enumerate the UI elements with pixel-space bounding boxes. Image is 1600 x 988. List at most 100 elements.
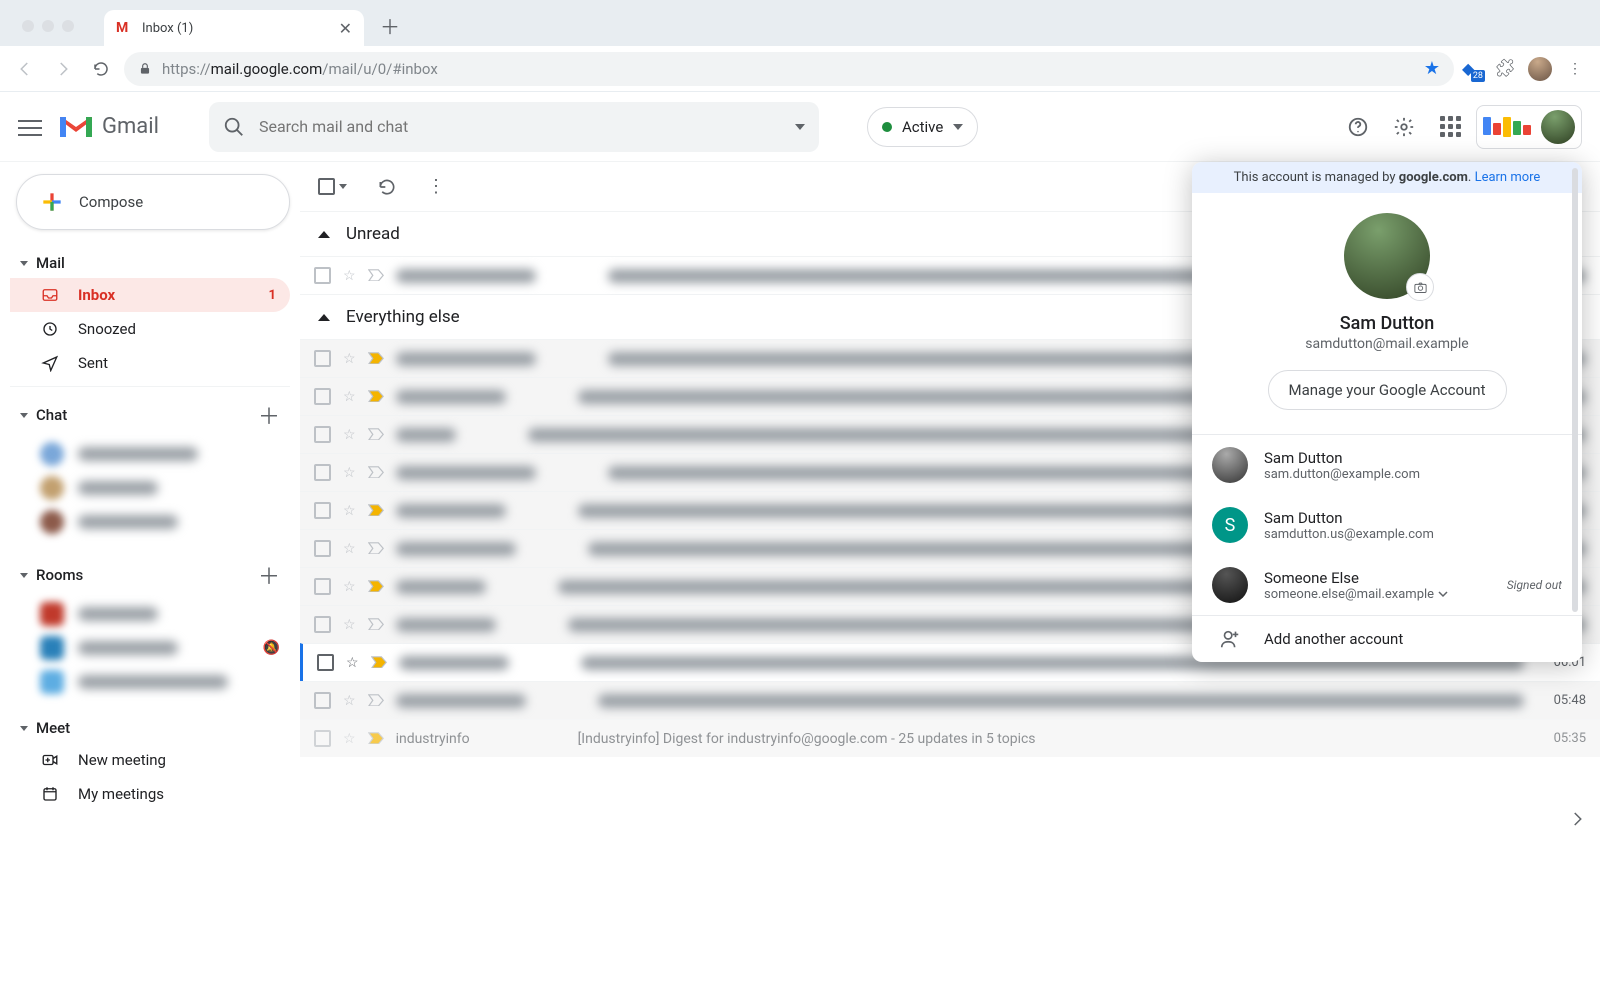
importance-icon[interactable]: [368, 732, 384, 746]
star-icon[interactable]: ☆: [346, 655, 359, 671]
sidebar-item-inbox[interactable]: Inbox 1: [10, 278, 290, 312]
account-status: Signed out: [1507, 578, 1562, 592]
learn-more-link[interactable]: Learn more: [1475, 170, 1541, 185]
chevron-down-icon: [1438, 589, 1448, 599]
room-item[interactable]: [10, 665, 290, 699]
importance-icon[interactable]: [368, 618, 384, 632]
gmail-wordmark: Gmail: [102, 114, 159, 139]
star-icon[interactable]: ☆: [343, 268, 356, 284]
room-item[interactable]: 🔕: [10, 631, 290, 665]
importance-icon[interactable]: [371, 656, 387, 670]
forward-button[interactable]: [48, 54, 78, 84]
close-tab-button[interactable]: ✕: [339, 19, 352, 38]
gmail-logo[interactable]: Gmail: [58, 113, 159, 141]
compose-button[interactable]: Compose: [16, 174, 290, 230]
importance-icon[interactable]: [368, 269, 384, 283]
camera-icon[interactable]: [1406, 273, 1434, 301]
star-icon[interactable]: ☆: [343, 579, 356, 595]
star-icon[interactable]: ☆: [343, 693, 356, 709]
chat-contact[interactable]: [10, 505, 290, 539]
importance-icon[interactable]: [368, 428, 384, 442]
section-chat[interactable]: Chat＋: [10, 393, 290, 437]
star-icon[interactable]: ☆: [343, 465, 356, 481]
manage-account-button[interactable]: Manage your Google Account: [1268, 370, 1507, 410]
more-button[interactable]: ⋮: [427, 176, 445, 197]
add-room-button[interactable]: ＋: [258, 559, 280, 591]
popup-email: samdutton@mail.example: [1305, 336, 1468, 352]
scrollbar[interactable]: [1572, 168, 1578, 612]
add-chat-button[interactable]: ＋: [258, 399, 280, 431]
star-icon[interactable]: ☆: [343, 427, 356, 443]
importance-icon[interactable]: [368, 504, 384, 518]
back-button[interactable]: [10, 54, 40, 84]
google-apps-button[interactable]: [1430, 107, 1470, 147]
mail-time: 05:48: [1536, 693, 1586, 708]
compose-label: Compose: [79, 193, 143, 211]
importance-icon[interactable]: [368, 466, 384, 480]
side-panel-toggle[interactable]: [1568, 810, 1586, 828]
chat-contact[interactable]: [10, 437, 290, 471]
account-switcher[interactable]: [1476, 105, 1582, 149]
window-controls[interactable]: [12, 20, 84, 46]
status-label: Active: [902, 118, 943, 136]
extension-icon[interactable]: ◆28: [1462, 59, 1482, 79]
profile-avatar[interactable]: [1541, 110, 1575, 144]
status-dot-icon: [882, 122, 892, 132]
plus-icon: [39, 189, 65, 215]
search-input[interactable]: [259, 117, 781, 136]
star-icon[interactable]: ☆: [343, 541, 356, 557]
search-options-icon[interactable]: [795, 124, 805, 130]
chrome-profile-avatar[interactable]: [1528, 57, 1552, 81]
chevron-down-icon: [953, 124, 963, 130]
mail-content: ⋮ Unread ☆ Everything else ☆ ☆ ☆ ☆ ☆ ☆ ☆…: [300, 162, 1600, 988]
tab-bar: M Inbox (1) ✕ ＋: [0, 0, 1600, 46]
section-mail[interactable]: Mail: [10, 248, 290, 278]
sidebar-item-snoozed[interactable]: Snoozed: [10, 312, 290, 346]
importance-icon[interactable]: [368, 694, 384, 708]
search-icon: [223, 116, 245, 138]
account-option[interactable]: Sam Duttonsam.dutton@example.com: [1192, 435, 1582, 495]
sidebar-item-sent[interactable]: Sent: [10, 346, 290, 380]
popup-avatar[interactable]: [1344, 213, 1430, 299]
reload-button[interactable]: [86, 54, 116, 84]
importance-icon[interactable]: [368, 390, 384, 404]
hamburger-menu-button[interactable]: [18, 115, 42, 139]
url-text: https://mail.google.com/mail/u/0/#inbox: [162, 60, 438, 78]
support-button[interactable]: [1338, 107, 1378, 147]
new-tab-button[interactable]: ＋: [364, 11, 416, 46]
status-chip[interactable]: Active: [867, 107, 978, 147]
extensions-button[interactable]: 🧩︎: [1490, 54, 1520, 84]
importance-icon[interactable]: [368, 352, 384, 366]
calendar-icon: [40, 784, 60, 804]
star-icon[interactable]: ☆: [343, 503, 356, 519]
account-option[interactable]: Someone Elsesomeone.else@mail.example Si…: [1192, 555, 1582, 615]
settings-button[interactable]: [1384, 107, 1424, 147]
star-icon[interactable]: ☆: [343, 731, 356, 747]
add-account-button[interactable]: Add another account: [1192, 616, 1582, 662]
star-icon[interactable]: ☆: [343, 389, 356, 405]
sidebar-item-new-meeting[interactable]: New meeting: [10, 743, 290, 777]
mail-subject: [Industryinfo] Digest for industryinfo@g…: [578, 731, 1524, 747]
video-plus-icon: [40, 750, 60, 770]
address-bar-row: https://mail.google.com/mail/u/0/#inbox …: [0, 46, 1600, 92]
chrome-menu-button[interactable]: ⋮: [1560, 54, 1590, 84]
bookmark-star-icon[interactable]: ★: [1424, 58, 1440, 79]
account-popup: This account is managed by google.com. L…: [1192, 162, 1582, 662]
mail-row[interactable]: ☆industryinfo[Industryinfo] Digest for i…: [300, 719, 1600, 757]
importance-icon[interactable]: [368, 542, 384, 556]
browser-tab[interactable]: M Inbox (1) ✕: [104, 10, 364, 46]
section-meet[interactable]: Meet: [10, 713, 290, 743]
chat-contact[interactable]: [10, 471, 290, 505]
importance-icon[interactable]: [368, 580, 384, 594]
search-bar[interactable]: [209, 102, 819, 152]
account-option[interactable]: S Sam Duttonsamdutton.us@example.com: [1192, 495, 1582, 555]
star-icon[interactable]: ☆: [343, 351, 356, 367]
select-all-checkbox[interactable]: [318, 178, 347, 195]
star-icon[interactable]: ☆: [343, 617, 356, 633]
room-item[interactable]: [10, 597, 290, 631]
section-rooms[interactable]: Rooms＋: [10, 553, 290, 597]
mail-row[interactable]: ☆ 05:48: [300, 681, 1600, 719]
sidebar-item-my-meetings[interactable]: My meetings: [10, 777, 290, 811]
refresh-button[interactable]: [377, 177, 397, 197]
address-bar[interactable]: https://mail.google.com/mail/u/0/#inbox …: [124, 52, 1454, 86]
